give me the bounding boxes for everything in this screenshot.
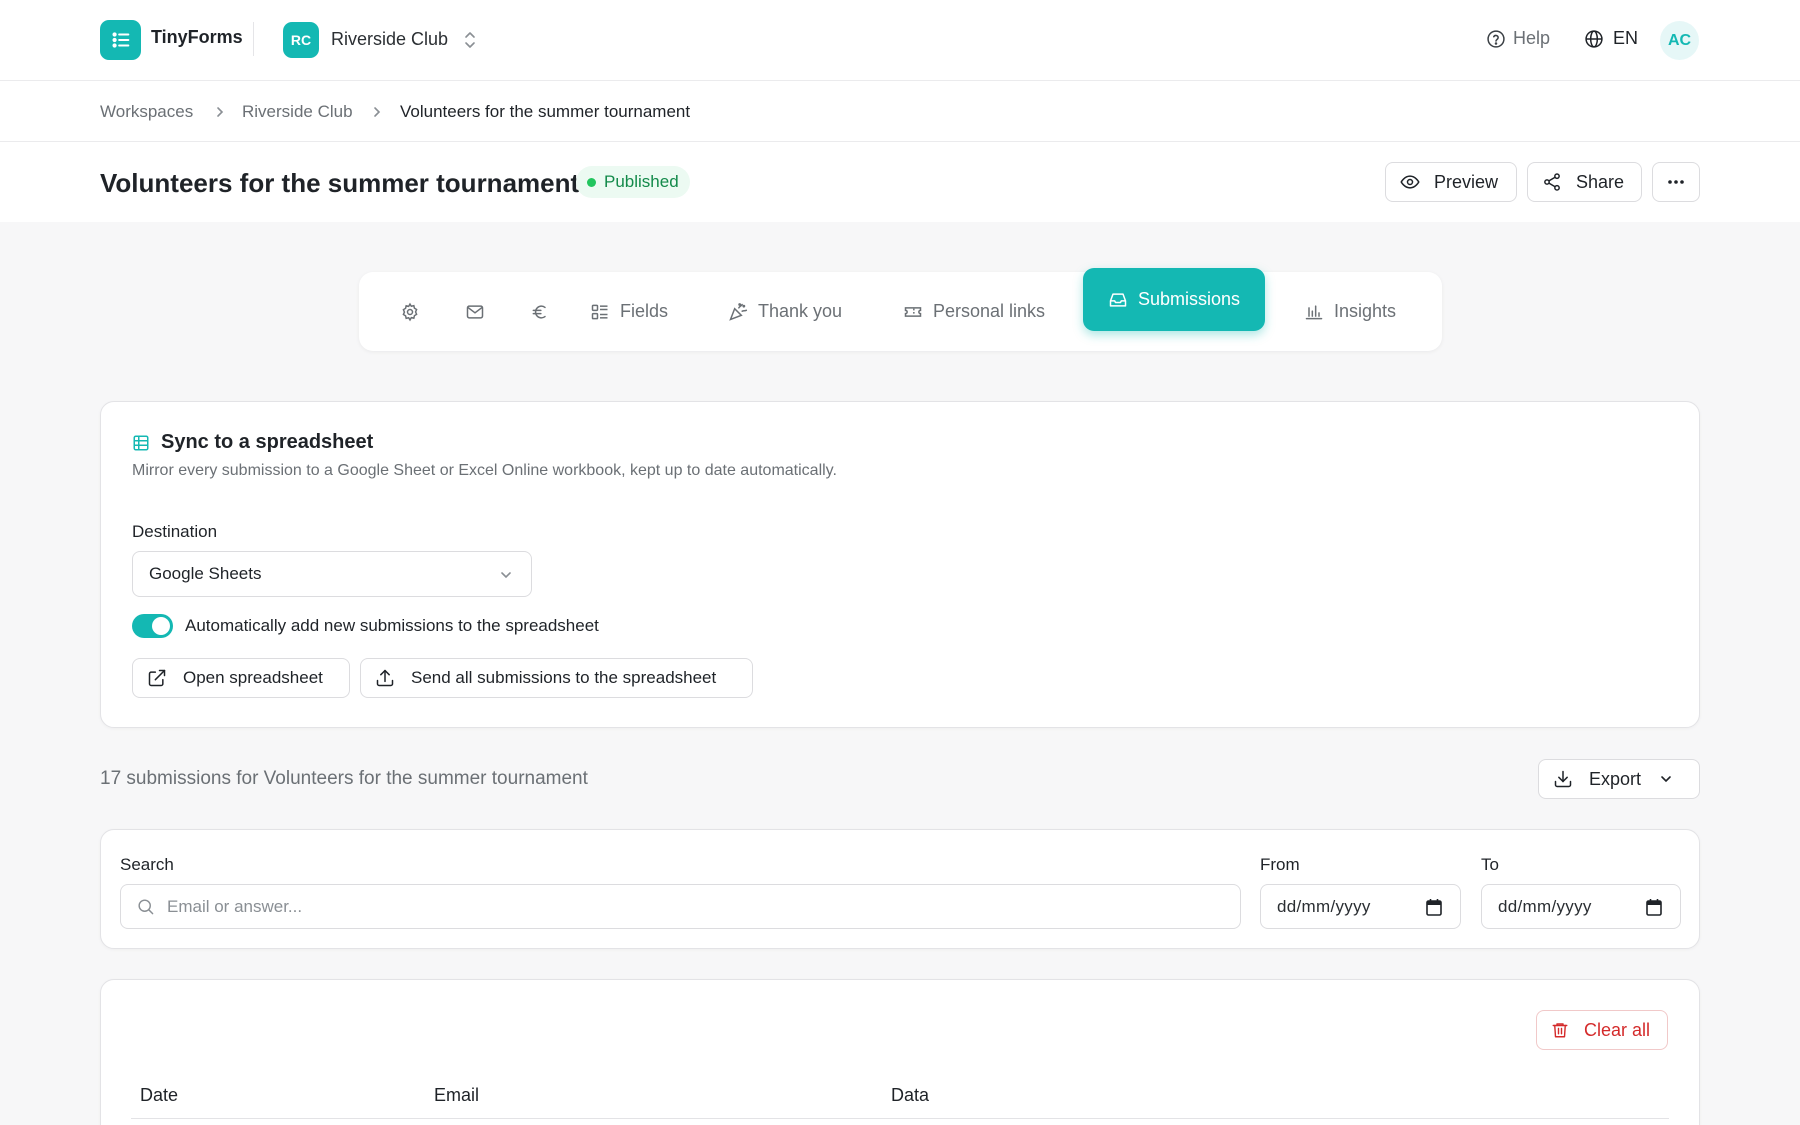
auto-add-toggle[interactable]: [132, 614, 173, 638]
help-circle-icon: [1486, 29, 1506, 49]
tab-personal-links[interactable]: Personal links: [903, 272, 1045, 351]
tab-thank-you[interactable]: Thank you: [728, 272, 842, 351]
tab-label: Submissions: [1138, 289, 1241, 309]
from-label: From: [1260, 855, 1300, 874]
help-label: Help: [1513, 28, 1551, 48]
open-spreadsheet-label: Open spreadsheet: [183, 668, 323, 687]
breadcrumb: Workspaces Riverside Club Volunteers for…: [0, 81, 1800, 142]
trash-icon: [1551, 1020, 1569, 1040]
column-header-data[interactable]: Data: [891, 1085, 929, 1106]
mail-icon: [465, 302, 485, 322]
column-header-date[interactable]: Date: [140, 1085, 178, 1106]
search-placeholder: Email or answer...: [167, 896, 303, 916]
help-link[interactable]: Help: [1486, 28, 1550, 49]
tab-fields[interactable]: Fields: [590, 272, 668, 351]
open-spreadsheet-button[interactable]: Open spreadsheet: [132, 658, 350, 698]
more-horizontal-icon: [1667, 179, 1685, 185]
auto-add-label: Automatically add new submissions to the…: [185, 616, 599, 635]
to-date-input[interactable]: dd/mm/yyyy: [1481, 884, 1681, 929]
share-icon: [1542, 172, 1562, 192]
sync-description: Mirror every submission to a Google Shee…: [132, 462, 837, 479]
tab-label: Thank you: [758, 301, 843, 321]
send-all-button[interactable]: Send all submissions to the spreadsheet: [360, 658, 753, 698]
from-date-input[interactable]: dd/mm/yyyy: [1260, 884, 1461, 929]
preview-button[interactable]: Preview: [1385, 162, 1517, 202]
globe-icon: [1584, 29, 1604, 49]
chevron-down-icon: [499, 568, 513, 582]
fields-icon: [590, 302, 610, 322]
bar-chart-icon: [1304, 302, 1324, 322]
from-date-placeholder: dd/mm/yyyy: [1277, 896, 1371, 916]
tab-submissions[interactable]: Submissions: [1083, 268, 1266, 331]
send-all-label: Send all submissions to the spreadsheet: [411, 668, 717, 687]
workspace-avatar[interactable]: RC: [283, 22, 319, 58]
header-divider: [253, 22, 254, 56]
tab-label: Insights: [1334, 301, 1397, 321]
clear-all-button[interactable]: Clear all: [1536, 1010, 1668, 1050]
gear-icon: [400, 302, 420, 322]
party-popper-icon: [728, 302, 748, 322]
eye-icon: [1400, 172, 1420, 192]
upload-icon: [375, 668, 395, 688]
euro-icon: [530, 302, 550, 322]
breadcrumb-workspace[interactable]: Riverside Club: [242, 102, 353, 122]
status-label: Published: [604, 172, 679, 191]
tab-settings[interactable]: [389, 272, 431, 351]
toggle-knob: [152, 617, 170, 635]
form-tabs: Fields Thank you Personal links Submissi…: [359, 268, 1442, 351]
clear-all-label: Clear all: [1584, 1019, 1651, 1040]
download-icon: [1553, 769, 1573, 789]
column-header-email[interactable]: Email: [434, 1085, 479, 1106]
chevron-right-icon: [214, 105, 226, 119]
user-avatar[interactable]: AC: [1660, 21, 1699, 60]
tab-email[interactable]: [454, 272, 496, 351]
to-label: To: [1481, 855, 1499, 874]
page-title: Volunteers for the summer tournament: [100, 168, 580, 198]
breadcrumb-workspaces[interactable]: Workspaces: [100, 102, 193, 122]
app-name[interactable]: TinyForms: [151, 27, 243, 48]
to-date-placeholder: dd/mm/yyyy: [1498, 896, 1592, 916]
export-label: Export: [1589, 768, 1642, 789]
destination-select[interactable]: Google Sheets: [132, 551, 532, 597]
search-input[interactable]: Email or answer...: [120, 884, 1241, 929]
export-button[interactable]: Export: [1538, 759, 1700, 799]
tinyforms-logo-icon[interactable]: [100, 20, 141, 60]
tab-payments[interactable]: [519, 272, 561, 351]
share-button[interactable]: Share: [1527, 162, 1642, 202]
filter-card: Search Email or answer... From dd/mm/yyy…: [100, 829, 1700, 949]
tab-insights[interactable]: Insights: [1304, 272, 1396, 351]
search-label: Search: [120, 855, 174, 874]
language-switcher[interactable]: EN: [1584, 28, 1638, 49]
preview-label: Preview: [1434, 171, 1499, 192]
breadcrumb-current: Volunteers for the summer tournament: [400, 102, 691, 121]
sync-title-label: Sync to a spreadsheet: [161, 431, 374, 453]
submissions-count: 17 submissions for Volunteers for the su…: [100, 768, 588, 789]
workspace-name[interactable]: Riverside Club: [331, 29, 448, 50]
inbox-icon: [1108, 290, 1128, 310]
tab-label: Personal links: [933, 301, 1046, 321]
tab-label: Fields: [620, 301, 669, 321]
destination-value: Google Sheets: [149, 564, 262, 583]
ticket-icon: [903, 302, 923, 322]
destination-label: Destination: [132, 522, 218, 541]
calendar-icon[interactable]: [1426, 898, 1442, 916]
sync-title: Sync to a spreadsheet: [132, 431, 373, 454]
more-options-button[interactable]: [1652, 162, 1700, 202]
form-header: Volunteers for the summer tournament Pub…: [0, 142, 1800, 222]
chevron-right-icon: [371, 105, 383, 119]
language-label: EN: [1613, 28, 1639, 48]
status-dot: [587, 177, 596, 187]
spreadsheet-sync-card: Sync to a spreadsheet Mirror every submi…: [100, 401, 1700, 728]
search-icon: [136, 897, 155, 916]
chevron-up-down-icon[interactable]: [462, 30, 478, 50]
calendar-icon[interactable]: [1646, 898, 1662, 916]
top-bar: TinyForms RC Riverside Club Help EN AC: [0, 0, 1800, 81]
status-badge: Published: [576, 166, 690, 198]
chevron-down-icon: [1659, 772, 1673, 786]
external-link-icon: [147, 668, 167, 688]
table-icon: [132, 434, 150, 452]
table-header-divider: [131, 1118, 1669, 1119]
share-label: Share: [1576, 171, 1625, 192]
